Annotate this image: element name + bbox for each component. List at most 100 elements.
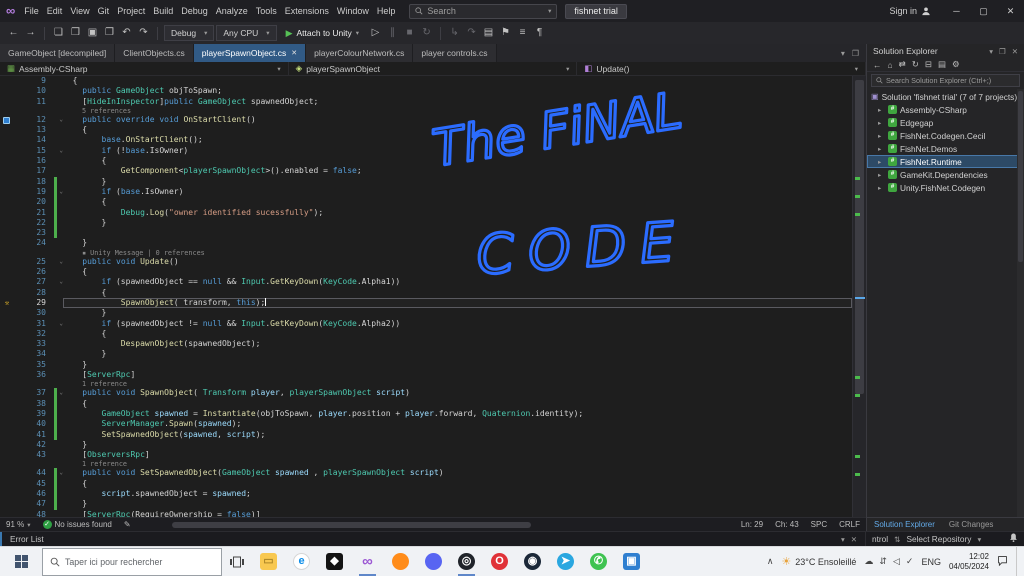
panel-tab-git-changes[interactable]: Git Changes [942,520,1000,529]
pin-panel-icon[interactable]: ❐ [999,47,1006,56]
comment-icon[interactable]: ¶ [532,23,547,43]
taskbar-whatsapp-button[interactable]: ✆ [582,547,615,576]
close-error-list-icon[interactable]: ✕ [851,535,857,544]
code-line[interactable]: 28 { [0,288,852,298]
taskbar-steam-button[interactable]: ◉ [516,547,549,576]
code-line[interactable]: 42 } [0,440,852,450]
code-line[interactable]: 48 [ServerRpc(RequireOwnership = false)] [0,510,852,517]
solution-item-fishnet-demos[interactable]: ▸ # FishNet.Demos [867,142,1024,155]
codelens-label[interactable]: 5 references [0,107,852,115]
solution-search-input[interactable] [886,76,1015,85]
codelens-label[interactable]: ▪ Unity Message | 0 references [0,249,852,257]
close-tab-icon[interactable]: ✕ [291,49,297,57]
panel-options-icon[interactable]: ▾ [989,47,993,56]
document-dropdown-icon[interactable]: ▾ [841,49,845,58]
code-line[interactable]: 18 } [0,176,852,188]
code-line[interactable]: 23 [0,228,852,239]
taskbar-opera-button[interactable]: O [483,547,516,576]
spaces-indicator[interactable]: SPC [805,520,833,529]
code-line[interactable]: 31 ⌄ if (spawnedObject != null && Input.G… [0,319,852,329]
new-file-icon[interactable]: ❏ [51,23,66,43]
refresh-icon[interactable]: ↻ [912,59,919,70]
tab-playerspawnobject-cs[interactable]: playerSpawnObject.cs ✕ [193,44,307,62]
code-editor[interactable]: 9 {10 public GameObject objToSpawn; 11 [H… [0,76,866,517]
code-line[interactable]: 26 { [0,267,852,277]
scrollbar-thumb[interactable] [855,80,864,394]
code-line[interactable]: 16 { [0,156,852,166]
menu-item-window[interactable]: Window [333,4,373,18]
code-line[interactable]: 43 [ObserversRpc] [0,450,852,460]
menu-item-build[interactable]: Build [149,4,177,18]
taskbar-firefox-button[interactable] [384,547,417,576]
code-line[interactable]: 41 SetSpawnedObject(spawned, script); [0,429,852,441]
minimize-button[interactable]: ─ [943,0,970,22]
solution-explorer-header[interactable]: Solution Explorer ▾ ❐ ✕ [867,44,1024,58]
sign-in-button[interactable]: Sign in [877,6,943,16]
action-center-icon[interactable] [997,555,1008,568]
quick-search-box[interactable]: Search ▾ [409,3,558,19]
taskbar-search-box[interactable] [42,547,222,576]
code-line[interactable]: 20 { [0,197,852,208]
expand-arrow-icon[interactable]: ▸ [878,158,885,166]
taskbar-photos-button[interactable]: ▣ [615,547,648,576]
menu-item-tools[interactable]: Tools [252,4,281,18]
code-line[interactable]: 15 ⌄ if (!base.IsOwner) [0,146,852,156]
menu-item-extensions[interactable]: Extensions [281,4,333,18]
onedrive-icon[interactable]: ☁ [864,556,873,567]
menu-item-analyze[interactable]: Analyze [212,4,252,18]
code-line[interactable]: ⚒ 29 SpawnObject( transform, this); [0,297,852,308]
maximize-button[interactable]: ▢ [970,0,997,22]
navigate-forward-icon[interactable]: → [23,23,38,43]
expand-arrow-icon[interactable]: ▸ [878,119,885,127]
bookmark-icon[interactable]: ⚑ [498,23,513,43]
taskbar-search-input[interactable] [65,556,214,567]
taskbar-visual-studio-button[interactable]: ∞ [351,547,384,576]
code-line[interactable]: 13 { [0,125,852,135]
code-line[interactable]: 12 ⌄ public override void OnStartClient() [0,115,852,125]
menu-item-git[interactable]: Git [94,4,114,18]
solution-item-gamekit-dependencies[interactable]: ▸ # GameKit.Dependencies [867,168,1024,181]
menu-item-file[interactable]: File [20,4,43,18]
code-line[interactable]: 35 } [0,360,852,370]
code-line[interactable]: 34 } [0,349,852,359]
security-icon[interactable]: ✓ [906,556,914,567]
expand-arrow-icon[interactable]: ▸ [878,106,885,114]
expand-arrow-icon[interactable]: ▸ [878,145,885,153]
panel-scrollbar[interactable] [1017,89,1024,517]
code-line[interactable]: 30 } [0,308,852,318]
character-indicator[interactable]: Ch: 43 [769,520,805,529]
solution-search-box[interactable] [871,74,1020,87]
step-over-icon[interactable]: ↷ [464,23,479,43]
scrollbar-thumb[interactable] [172,522,532,528]
codelens-label[interactable]: 1 reference [0,460,852,468]
code-line[interactable]: 37 ⌄ public void SpawnObject( Transform p… [0,388,852,399]
taskbar-edge-button[interactable]: e [285,547,318,576]
menu-item-view[interactable]: View [66,4,93,18]
hidden-icons-chevron-icon[interactable]: ∧ [767,556,774,567]
close-button[interactable]: ✕ [997,0,1024,22]
error-list-collapsed-tab[interactable]: Error List ▾ ✕ [0,532,866,546]
code-line[interactable]: 45 { [0,478,852,490]
code-line[interactable]: 21 Debug.Log("owner identified sucessful… [0,207,852,219]
code-line[interactable]: 36 [ServerRpc] [0,370,852,380]
language-indicator[interactable]: ENG [921,557,941,567]
panel-tab-solution-explorer[interactable]: Solution Explorer [867,520,942,529]
task-list-icon[interactable]: ≡ [515,23,530,43]
save-icon[interactable]: ▣ [85,23,100,43]
navigate-back-icon[interactable]: ← [6,23,21,43]
expand-arrow-icon[interactable]: ▸ [878,132,885,140]
menu-item-help[interactable]: Help [373,4,400,18]
code-line[interactable]: 39 GameObject spawned = Instantiate(objT… [0,408,852,420]
code-line[interactable]: 27 ⌄ if (spawnedObject == null && Input.G… [0,277,852,287]
break-all-icon[interactable]: ∥ [385,23,400,43]
redo-icon[interactable]: ↷ [136,23,151,43]
solution-item-fishnet-runtime[interactable]: ▸ # FishNet.Runtime [867,155,1024,168]
line-indicator[interactable]: Ln: 29 [735,520,769,529]
network-icon[interactable]: ⇵ [879,556,887,567]
menu-item-edit[interactable]: Edit [43,4,67,18]
output-window-icon[interactable]: ▤ [481,23,496,43]
zoom-control[interactable]: 91 % ▾ [0,520,37,529]
code-line[interactable]: 10 public GameObject objToSpawn; [0,86,852,96]
taskbar-telegram-button[interactable]: ➤ [549,547,582,576]
editor-horizontal-scrollbar[interactable] [137,518,735,531]
